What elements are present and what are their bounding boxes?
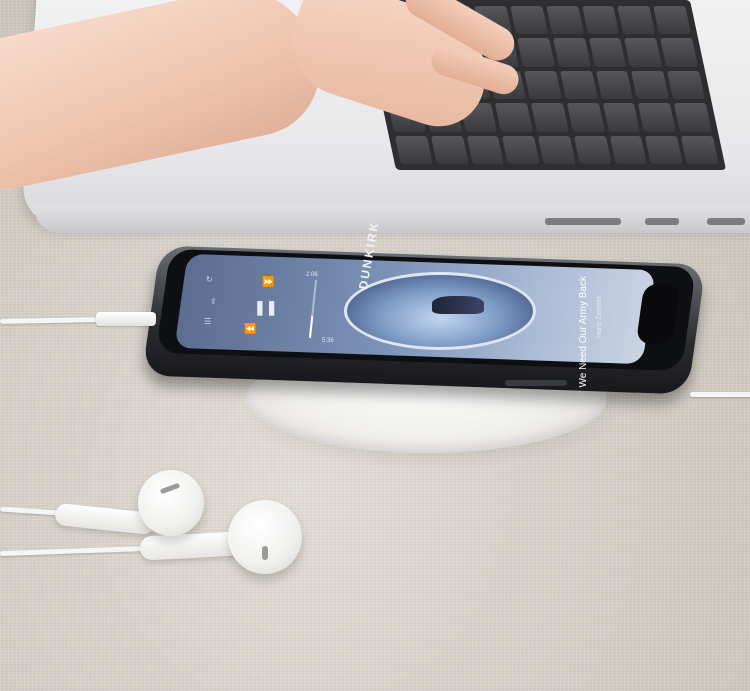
keyboard-key [631,70,670,100]
pause-icon: ❚❚ [254,299,278,315]
next-track-icon: ⏩ [262,277,275,288]
phone-side-button [505,380,567,386]
keyboard-key [638,103,677,132]
charger-cable [690,392,750,397]
keyboard-key [559,70,598,100]
keyboard-key [653,6,692,35]
keyboard-key [581,6,620,35]
keyboard-key [680,135,719,164]
share-icon: ⇪ [210,297,217,306]
laptop-port [707,218,745,225]
keyboard-key [624,38,663,67]
keyboard-key [466,135,505,164]
song-title: We Need Our Army Back [578,276,589,388]
keyboard-key [588,38,627,67]
keyboard-key [546,6,584,35]
laptop-port [645,218,679,225]
keyboard-key [674,103,712,132]
keyboard-key [667,70,706,100]
song-artist: Hans Zimmer [596,296,603,339]
playlist-icon: ☰ [204,317,212,326]
previous-track-icon: ⏪ [244,324,257,335]
keyboard-key [660,38,699,67]
keyboard-key [602,103,641,132]
keyboard-key [530,103,569,132]
keyboard-key [552,38,591,67]
laptop-port [545,218,621,225]
keyboard-key [524,70,562,100]
earbud [228,500,302,574]
keyboard-key [430,135,469,164]
keyboard-key [495,103,534,132]
album-figure [432,296,484,314]
keyboard-key [566,103,605,132]
keyboard-key [517,38,556,67]
keyboard-key [502,135,540,164]
earbud [138,470,204,536]
time-elapsed: 2:06 [306,272,318,278]
photo-scene: ⏪ ❚❚ ⏩ ↻ ⇪ ☰ 2:06 5:36 DUNKIRK We Need O… [0,0,750,691]
keyboard-key [394,135,433,164]
keyboard-key [510,6,549,35]
earbud-grille [262,546,268,560]
keyboard-key [573,135,612,164]
repeat-icon: ↻ [206,275,213,284]
keyboard-key [595,70,634,100]
keyboard-key [645,135,684,164]
keyboard-key [537,135,576,164]
time-total: 5:36 [322,338,334,344]
laptop-front-edge [34,205,750,233]
keyboard-key [609,135,648,164]
cable-plug [96,312,156,326]
keyboard-key [617,6,656,35]
